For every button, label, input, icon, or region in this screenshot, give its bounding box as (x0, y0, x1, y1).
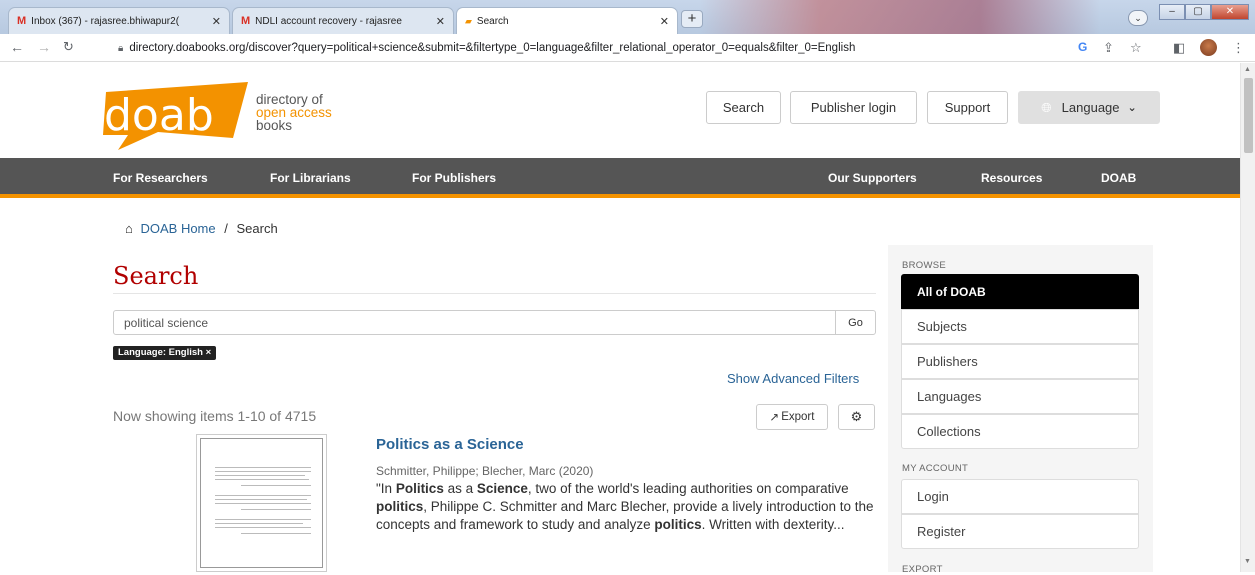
page-title: Search (113, 262, 199, 290)
nav-resources[interactable]: Resources (981, 171, 1042, 185)
share-icon[interactable]: ⇪ (1103, 40, 1114, 56)
export-button[interactable]: ↗ Export (756, 404, 828, 430)
sidebar: BROWSE All of DOAB Subjects Publishers L… (888, 245, 1153, 575)
google-translate-icon[interactable]: G (1078, 40, 1087, 54)
maximize-button[interactable]: ▢ (1185, 4, 1211, 20)
export-heading: EXPORT (902, 564, 943, 575)
gmail-icon: M (241, 15, 251, 27)
my-account-heading: MY ACCOUNT (902, 463, 969, 474)
reload-icon[interactable]: ↻ (63, 39, 74, 55)
tab-ndli-recovery[interactable]: M NDLI account recovery - rajasree ✕ (232, 7, 454, 34)
title-divider (113, 293, 876, 294)
doab-logo[interactable]: doab directory of open access books (98, 80, 338, 155)
support-button[interactable]: Support (927, 91, 1008, 124)
address-bar-row: ← → ↻ 🔒︎ directory.doabooks.org/discover?… (0, 34, 1255, 62)
sidebar-item-publishers[interactable]: Publishers (901, 344, 1139, 379)
logo-text: directory of open access books (256, 93, 332, 133)
breadcrumb-current: Search (236, 221, 278, 236)
gmail-icon: M (17, 15, 27, 27)
sidebar-item-login[interactable]: Login (901, 479, 1139, 514)
book-cover-thumbnail[interactable] (196, 434, 327, 572)
back-icon[interactable]: ← (10, 39, 24, 55)
abstract-text: as a (443, 481, 477, 496)
logo-wordmark: doab (104, 90, 214, 141)
url-text: directory.doabooks.org/discover?query=po… (129, 42, 856, 54)
forward-icon[interactable]: → (37, 39, 51, 55)
nav-doab[interactable]: DOAB (1101, 171, 1136, 185)
breadcrumb-separator: / (224, 221, 228, 236)
sidebar-item-register[interactable]: Register (901, 514, 1139, 549)
result-title-link[interactable]: Politics as a Science (376, 436, 524, 453)
chevron-down-icon: ⌄ (1127, 102, 1137, 114)
tab-label: Search (476, 15, 509, 27)
side-panel-icon[interactable]: ◧ (1173, 40, 1185, 56)
sidebar-item-all-of-doab[interactable]: All of DOAB (901, 274, 1139, 309)
breadcrumb: ⌂ DOAB Home / Search (125, 221, 278, 236)
close-icon[interactable]: ✕ (660, 15, 669, 28)
logo-line: books (256, 118, 293, 133)
scroll-thumb[interactable] (1244, 78, 1253, 153)
nav-our-supporters[interactable]: Our Supporters (828, 171, 917, 185)
show-advanced-filters-link[interactable]: Show Advanced Filters (727, 371, 859, 386)
settings-button[interactable]: ⚙ (838, 404, 875, 430)
home-icon: ⌂ (125, 221, 133, 236)
scroll-down-icon[interactable]: ▼ (1244, 558, 1251, 565)
doab-logo-mark: doab (103, 82, 248, 150)
doab-favicon: ▰ (465, 15, 472, 26)
breadcrumb-home-link[interactable]: DOAB Home (140, 221, 215, 236)
go-button[interactable]: Go (835, 310, 876, 335)
lock-icon: 🔒︎ (118, 43, 124, 54)
close-icon[interactable]: ✕ (436, 15, 445, 28)
book-cover-image (200, 438, 323, 568)
new-tab-button[interactable]: + (681, 10, 703, 28)
main-nav: For Researchers For Librarians For Publi… (0, 158, 1240, 198)
highlighted-keyword: Politics (395, 481, 444, 496)
page-scrollbar[interactable]: ▲ ▼ (1240, 63, 1255, 572)
results-count: Now showing items 1-10 of 4715 (113, 408, 317, 424)
close-icon[interactable]: ✕ (212, 15, 221, 28)
language-dropdown[interactable]: 🌐︎ Language ⌄ (1018, 91, 1160, 124)
bookmark-star-icon[interactable]: ☆ (1130, 40, 1142, 56)
abstract-text: , two of the world's leading authorities… (527, 481, 849, 496)
nav-for-librarians[interactable]: For Librarians (270, 171, 351, 185)
export-label: Export (781, 411, 815, 423)
minimize-button[interactable]: – (1159, 4, 1185, 20)
share-icon: ↗ (769, 412, 780, 424)
sidebar-item-subjects[interactable]: Subjects (901, 309, 1139, 344)
browse-heading: BROWSE (902, 260, 947, 271)
highlighted-keyword: politics (376, 499, 424, 514)
scroll-up-icon[interactable]: ▲ (1244, 66, 1251, 73)
publisher-login-button[interactable]: Publisher login (790, 91, 917, 124)
result-abstract: "In Politics as a Science, two of the wo… (376, 480, 876, 534)
sidebar-item-collections[interactable]: Collections (901, 414, 1139, 449)
browser-titlebar: M Inbox (367) - rajasree.bhiwapur2( ✕ M … (0, 0, 1255, 34)
globe-icon: 🌐︎ (1041, 99, 1052, 115)
header-search-button[interactable]: Search (706, 91, 781, 124)
url-field[interactable]: 🔒︎ directory.doabooks.org/discover?query=… (118, 38, 1058, 58)
sidebar-item-languages[interactable]: Languages (901, 379, 1139, 414)
nav-for-researchers[interactable]: For Researchers (113, 171, 208, 185)
highlighted-keyword: Science (476, 481, 528, 496)
tab-search-dropdown-icon[interactable]: ⌄ (1128, 10, 1148, 26)
profile-avatar[interactable] (1200, 39, 1217, 56)
highlighted-keyword: politics (654, 517, 702, 532)
tab-label: NDLI account recovery - rajasree (255, 15, 402, 27)
abstract-text: . Written with dexterity... (701, 517, 845, 532)
nav-for-publishers[interactable]: For Publishers (412, 171, 496, 185)
language-filter-badge[interactable]: Language: English × (113, 346, 217, 360)
abstract-text: "In (376, 481, 396, 496)
window-close-button[interactable]: ✕ (1211, 4, 1249, 20)
search-input[interactable] (113, 310, 836, 335)
result-author: Schmitter, Philippe; Blecher, Marc (2020… (376, 464, 594, 478)
tab-label: Inbox (367) - rajasree.bhiwapur2( (31, 15, 180, 27)
tab-search[interactable]: ▰ Search ✕ (456, 7, 678, 34)
gear-icon: ⚙ (850, 409, 863, 424)
menu-kebab-icon[interactable]: ⋮ (1232, 40, 1245, 56)
tab-gmail-inbox[interactable]: M Inbox (367) - rajasree.bhiwapur2( ✕ (8, 7, 230, 34)
language-label: Language (1061, 100, 1120, 115)
titlebar-decoration (700, 0, 1100, 34)
